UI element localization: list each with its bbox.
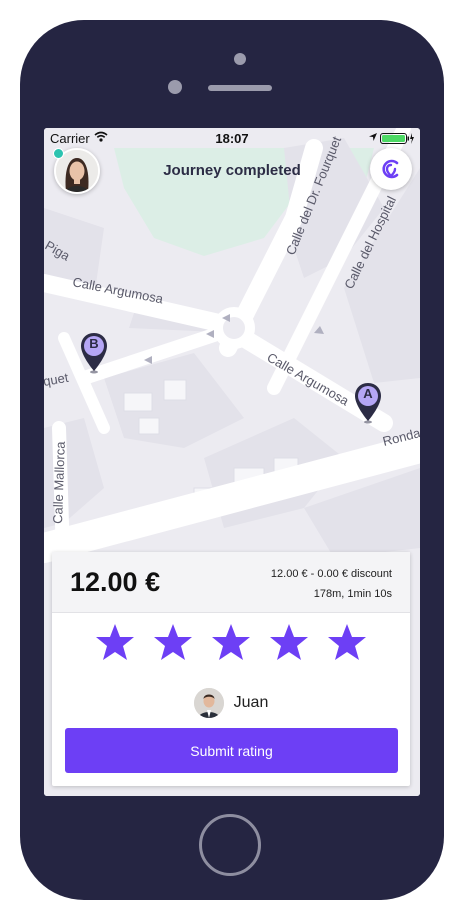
star-rating (52, 622, 410, 668)
star-icon[interactable] (327, 622, 367, 662)
clock: 18:07 (215, 131, 249, 146)
trip-distance-duration: 178m, 1min 10s (313, 588, 392, 600)
proximity-sensor (234, 53, 246, 65)
rating-card: 12.00 € 12.00 € - 0.00 € discount 178m, … (52, 552, 410, 786)
app-logo-button[interactable] (370, 148, 412, 190)
fare-total: 12.00 € (70, 567, 161, 597)
earpiece-speaker (208, 85, 272, 91)
driver-avatar (193, 688, 224, 718)
submit-rating-button[interactable]: Submit rating (65, 728, 398, 773)
home-button[interactable] (199, 814, 261, 876)
battery-icon (380, 133, 414, 144)
star-icon[interactable] (269, 622, 309, 662)
pin-label: A (363, 386, 373, 401)
status-bar: Carrier 18:07 (44, 128, 420, 148)
star-icon[interactable] (95, 622, 135, 662)
driver-info: Juan (52, 686, 410, 720)
origin-pin[interactable]: A (354, 381, 382, 425)
pin-label: B (89, 336, 99, 351)
online-status-indicator (53, 148, 64, 159)
fare-breakdown: 12.00 € - 0.00 € discount (270, 568, 392, 580)
fare-summary: 12.00 € 12.00 € - 0.00 € discount 178m, … (52, 552, 410, 613)
driver-photo (193, 688, 224, 718)
app-logo-icon (382, 159, 399, 179)
driver-name: Juan (233, 694, 269, 711)
app-screen: Calle Argumosa Calle Argumosa Calle del … (44, 128, 420, 796)
front-camera (168, 80, 182, 94)
street-label: Calle Mallorca (50, 441, 68, 525)
star-icon[interactable] (211, 622, 251, 662)
page-title: Journey completed (163, 162, 301, 179)
star-icon[interactable] (153, 622, 193, 662)
location-arrow-icon (369, 133, 377, 141)
destination-pin[interactable]: B (80, 331, 108, 375)
